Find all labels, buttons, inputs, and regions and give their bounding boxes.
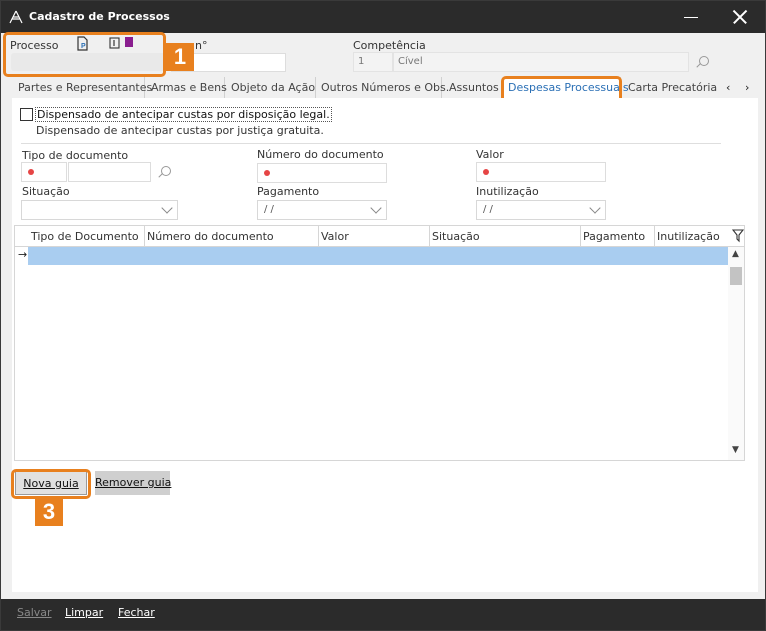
col-pagamento[interactable]: Pagamento bbox=[583, 230, 645, 243]
callout-processo bbox=[3, 32, 166, 77]
col-numero-documento[interactable]: Número do documento bbox=[147, 230, 274, 243]
callout-nova-guia bbox=[11, 469, 91, 499]
col-situacao[interactable]: Situação bbox=[432, 230, 480, 243]
competencia-label: Competência bbox=[353, 39, 426, 52]
salvar-button[interactable]: Salvar bbox=[17, 606, 52, 619]
window-title: Cadastro de Processos bbox=[29, 10, 170, 23]
tipo-documento-code-input[interactable] bbox=[21, 162, 67, 182]
inutilizacao-date[interactable]: / / bbox=[476, 200, 606, 220]
title-bar: Cadastro de Processos bbox=[1, 1, 765, 33]
valor-label: Valor bbox=[476, 148, 504, 161]
filter-icon[interactable] bbox=[732, 229, 744, 243]
numero-documento-input[interactable] bbox=[257, 163, 387, 183]
dispensado-checkbox[interactable] bbox=[20, 108, 33, 121]
col-valor[interactable]: Valor bbox=[321, 230, 349, 243]
pagamento-value: / / bbox=[264, 204, 274, 215]
chevron-down-icon bbox=[370, 202, 382, 214]
situacao-label: Situação bbox=[22, 185, 70, 198]
competencia-code-field[interactable]: 1 bbox=[353, 52, 393, 72]
grid-header: Tipo de Documento Número do documento Va… bbox=[15, 226, 744, 265]
valor-input[interactable] bbox=[476, 162, 606, 182]
remover-guia-label: Remover guia bbox=[95, 476, 172, 489]
competencia-value-field[interactable]: Cível bbox=[393, 52, 689, 72]
dispensado-label[interactable]: Dispensado de antecipar custas por dispo… bbox=[35, 107, 332, 122]
chevron-down-icon bbox=[589, 202, 601, 214]
col-inutilizacao[interactable]: Inutilização bbox=[657, 230, 720, 243]
inutilizacao-label: Inutilização bbox=[476, 185, 539, 198]
dispensado-justica-note: Dispensado de antecipar custas por justi… bbox=[36, 124, 324, 137]
scroll-thumb[interactable] bbox=[730, 267, 742, 285]
limpar-button[interactable]: Limpar bbox=[65, 606, 103, 619]
section-divider bbox=[21, 143, 721, 144]
chevron-down-icon bbox=[161, 202, 173, 214]
fechar-button[interactable]: Fechar bbox=[118, 606, 155, 619]
process-window: Cadastro de Processos Processo P n° Comp… bbox=[0, 0, 766, 631]
tab-bar: Partes e Representantes Armas e Bens Obj… bbox=[12, 77, 758, 99]
tab-armas[interactable]: Armas e Bens bbox=[145, 77, 227, 99]
remover-guia-button[interactable]: Remover guia bbox=[95, 471, 172, 495]
inutilizacao-value: / / bbox=[483, 204, 493, 215]
numero-documento-label: Número do documento bbox=[257, 148, 384, 161]
search-icon[interactable] bbox=[157, 165, 171, 179]
minimize-button[interactable] bbox=[681, 7, 701, 27]
search-icon[interactable] bbox=[695, 55, 709, 69]
tab-outros-numeros[interactable]: Outros Números e Obs. bbox=[316, 77, 449, 99]
table-row[interactable] bbox=[28, 247, 728, 265]
close-window-button[interactable] bbox=[729, 7, 751, 27]
pagamento-date[interactable]: / / bbox=[257, 200, 387, 220]
situacao-select[interactable] bbox=[21, 200, 178, 220]
app-logo-icon bbox=[9, 10, 23, 24]
scroll-up-icon[interactable]: ▲ bbox=[732, 249, 739, 259]
numero-label: n° bbox=[195, 39, 208, 52]
tipo-documento-input[interactable] bbox=[68, 162, 151, 182]
footer-bar: Salvar Limpar Fechar bbox=[1, 599, 765, 630]
tab-partes[interactable]: Partes e Representantes bbox=[12, 77, 152, 99]
callout-badge-1: 1 bbox=[166, 43, 194, 71]
tab-scroll-left-icon[interactable]: ‹ bbox=[726, 81, 730, 94]
current-row-indicator-icon: → bbox=[18, 248, 28, 261]
tab-assuntos[interactable]: Assuntos bbox=[442, 77, 504, 99]
callout-badge-3: 3 bbox=[35, 498, 63, 526]
tipo-documento-label: Tipo de documento bbox=[22, 149, 129, 162]
pagamento-label: Pagamento bbox=[257, 185, 320, 198]
tab-carta-precatoria[interactable]: Carta Precatória bbox=[624, 77, 722, 99]
tab-objeto[interactable]: Objeto da Ação bbox=[225, 77, 316, 99]
guias-grid: Tipo de Documento Número do documento Va… bbox=[14, 225, 745, 461]
grid-vertical-scrollbar[interactable]: ▲ ▼ bbox=[728, 247, 744, 460]
scroll-down-icon[interactable]: ▼ bbox=[732, 445, 739, 455]
tab-scroll-right-icon[interactable]: › bbox=[745, 81, 749, 94]
col-tipo-documento[interactable]: Tipo de Documento bbox=[31, 230, 139, 243]
